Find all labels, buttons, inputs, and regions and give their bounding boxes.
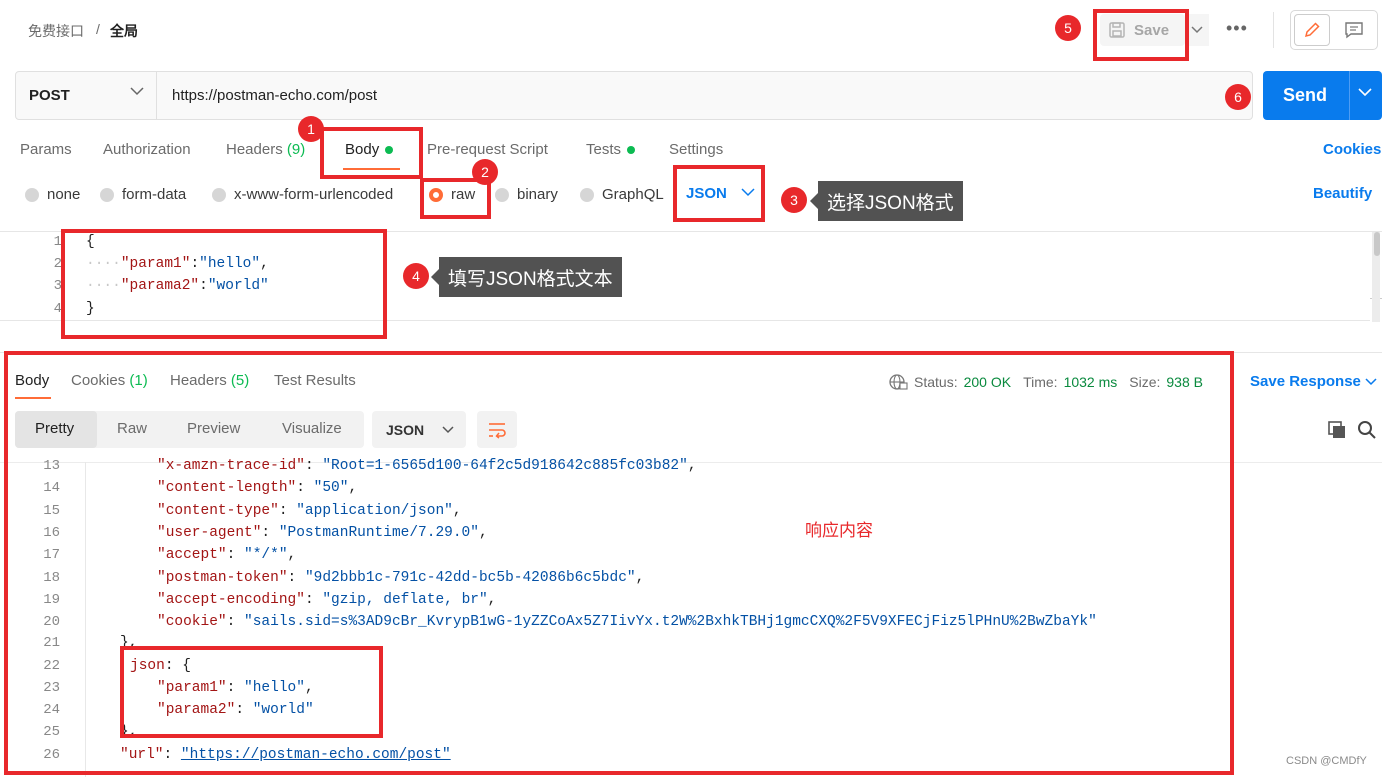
tab-tests[interactable]: Tests: [586, 141, 636, 158]
radio-form-data[interactable]: form-data: [100, 186, 186, 203]
beautify-link[interactable]: Beautify: [1313, 185, 1372, 202]
comments-button[interactable]: [1338, 14, 1370, 46]
annotation-box-json-response: [120, 646, 383, 738]
chevron-down-icon: [1191, 26, 1203, 34]
radio-binary-label: binary: [517, 186, 558, 203]
editor-scrollbar-thumb[interactable]: [1374, 232, 1380, 256]
tests-status-dot: [627, 146, 636, 155]
annotation-tip-json: 选择JSON格式: [810, 181, 963, 221]
tab-headers-label: Headers: [226, 141, 283, 158]
radio-graphql-label: GraphQL: [602, 186, 664, 203]
radio-circle: [25, 187, 39, 202]
annotation-response-note: 响应内容: [805, 521, 873, 540]
radio-graphql[interactable]: GraphQL: [580, 186, 664, 203]
copy-icon[interactable]: [1327, 420, 1347, 440]
url-input[interactable]: https://postman-echo.com/post: [172, 87, 377, 104]
annotation-badge: 3: [781, 187, 807, 213]
tab-headers[interactable]: Headers (9): [226, 141, 305, 158]
radio-circle: [580, 187, 594, 202]
more-actions-button[interactable]: •••: [1226, 18, 1248, 39]
line-number: 3: [53, 278, 62, 294]
radio-circle: [100, 187, 114, 202]
method-label: POST: [29, 87, 70, 104]
annotation-badge: 1: [298, 116, 324, 142]
comment-icon: [1345, 22, 1363, 39]
line-number: 1: [53, 234, 62, 250]
tab-settings[interactable]: Settings: [669, 141, 723, 158]
tab-authorization[interactable]: Authorization: [103, 141, 191, 158]
annotation-tip-editor: 填写JSON格式文本: [431, 257, 622, 297]
radio-form-data-label: form-data: [122, 186, 187, 203]
chevron-down-icon: [130, 87, 144, 96]
breadcrumb-current: 全局: [110, 23, 138, 39]
tab-params[interactable]: Params: [20, 141, 72, 158]
chevron-down-icon[interactable]: [1358, 88, 1372, 97]
radio-circle: [495, 187, 509, 202]
tab-prerequest-script[interactable]: Pre-request Script: [427, 141, 548, 158]
annotation-badge: 6: [1225, 84, 1251, 110]
edit-mode-button[interactable]: [1294, 14, 1330, 46]
radio-binary[interactable]: binary: [495, 186, 558, 203]
chevron-down-icon: [1365, 378, 1377, 386]
cookies-link[interactable]: Cookies: [1323, 141, 1381, 158]
pencil-icon: [1304, 22, 1320, 38]
annotation-badge: 2: [472, 159, 498, 185]
radio-none-label: none: [47, 186, 81, 203]
line-number: 4: [53, 301, 62, 317]
toolbar-divider: [1273, 12, 1274, 48]
send-divider: [1349, 71, 1350, 120]
watermark: CSDN @CMDfY: [1286, 755, 1367, 767]
annotation-badge: 5: [1055, 15, 1081, 41]
line-number: 2: [53, 256, 62, 272]
radio-urlencoded-label: x-www-form-urlencoded: [234, 186, 394, 203]
annotation-box-json: [673, 165, 765, 222]
radio-circle: [212, 187, 226, 202]
annotation-box-editor: [61, 229, 387, 339]
radio-none[interactable]: none: [25, 186, 80, 203]
annotation-box-save: [1093, 9, 1189, 61]
breadcrumb-separator: /: [96, 21, 100, 37]
save-response-label: Save Response: [1250, 373, 1361, 390]
tab-tests-label: Tests: [586, 141, 622, 158]
search-icon[interactable]: [1357, 420, 1377, 440]
tab-headers-count: (9): [286, 141, 306, 158]
send-label: Send: [1283, 85, 1328, 105]
breadcrumb-parent[interactable]: 免费接口: [28, 21, 84, 41]
annotation-badge: 4: [403, 263, 429, 289]
annotation-box-body-tab: [320, 127, 423, 179]
radio-urlencoded[interactable]: x-www-form-urlencoded: [212, 186, 393, 203]
save-response-button[interactable]: Save Response: [1250, 373, 1377, 390]
